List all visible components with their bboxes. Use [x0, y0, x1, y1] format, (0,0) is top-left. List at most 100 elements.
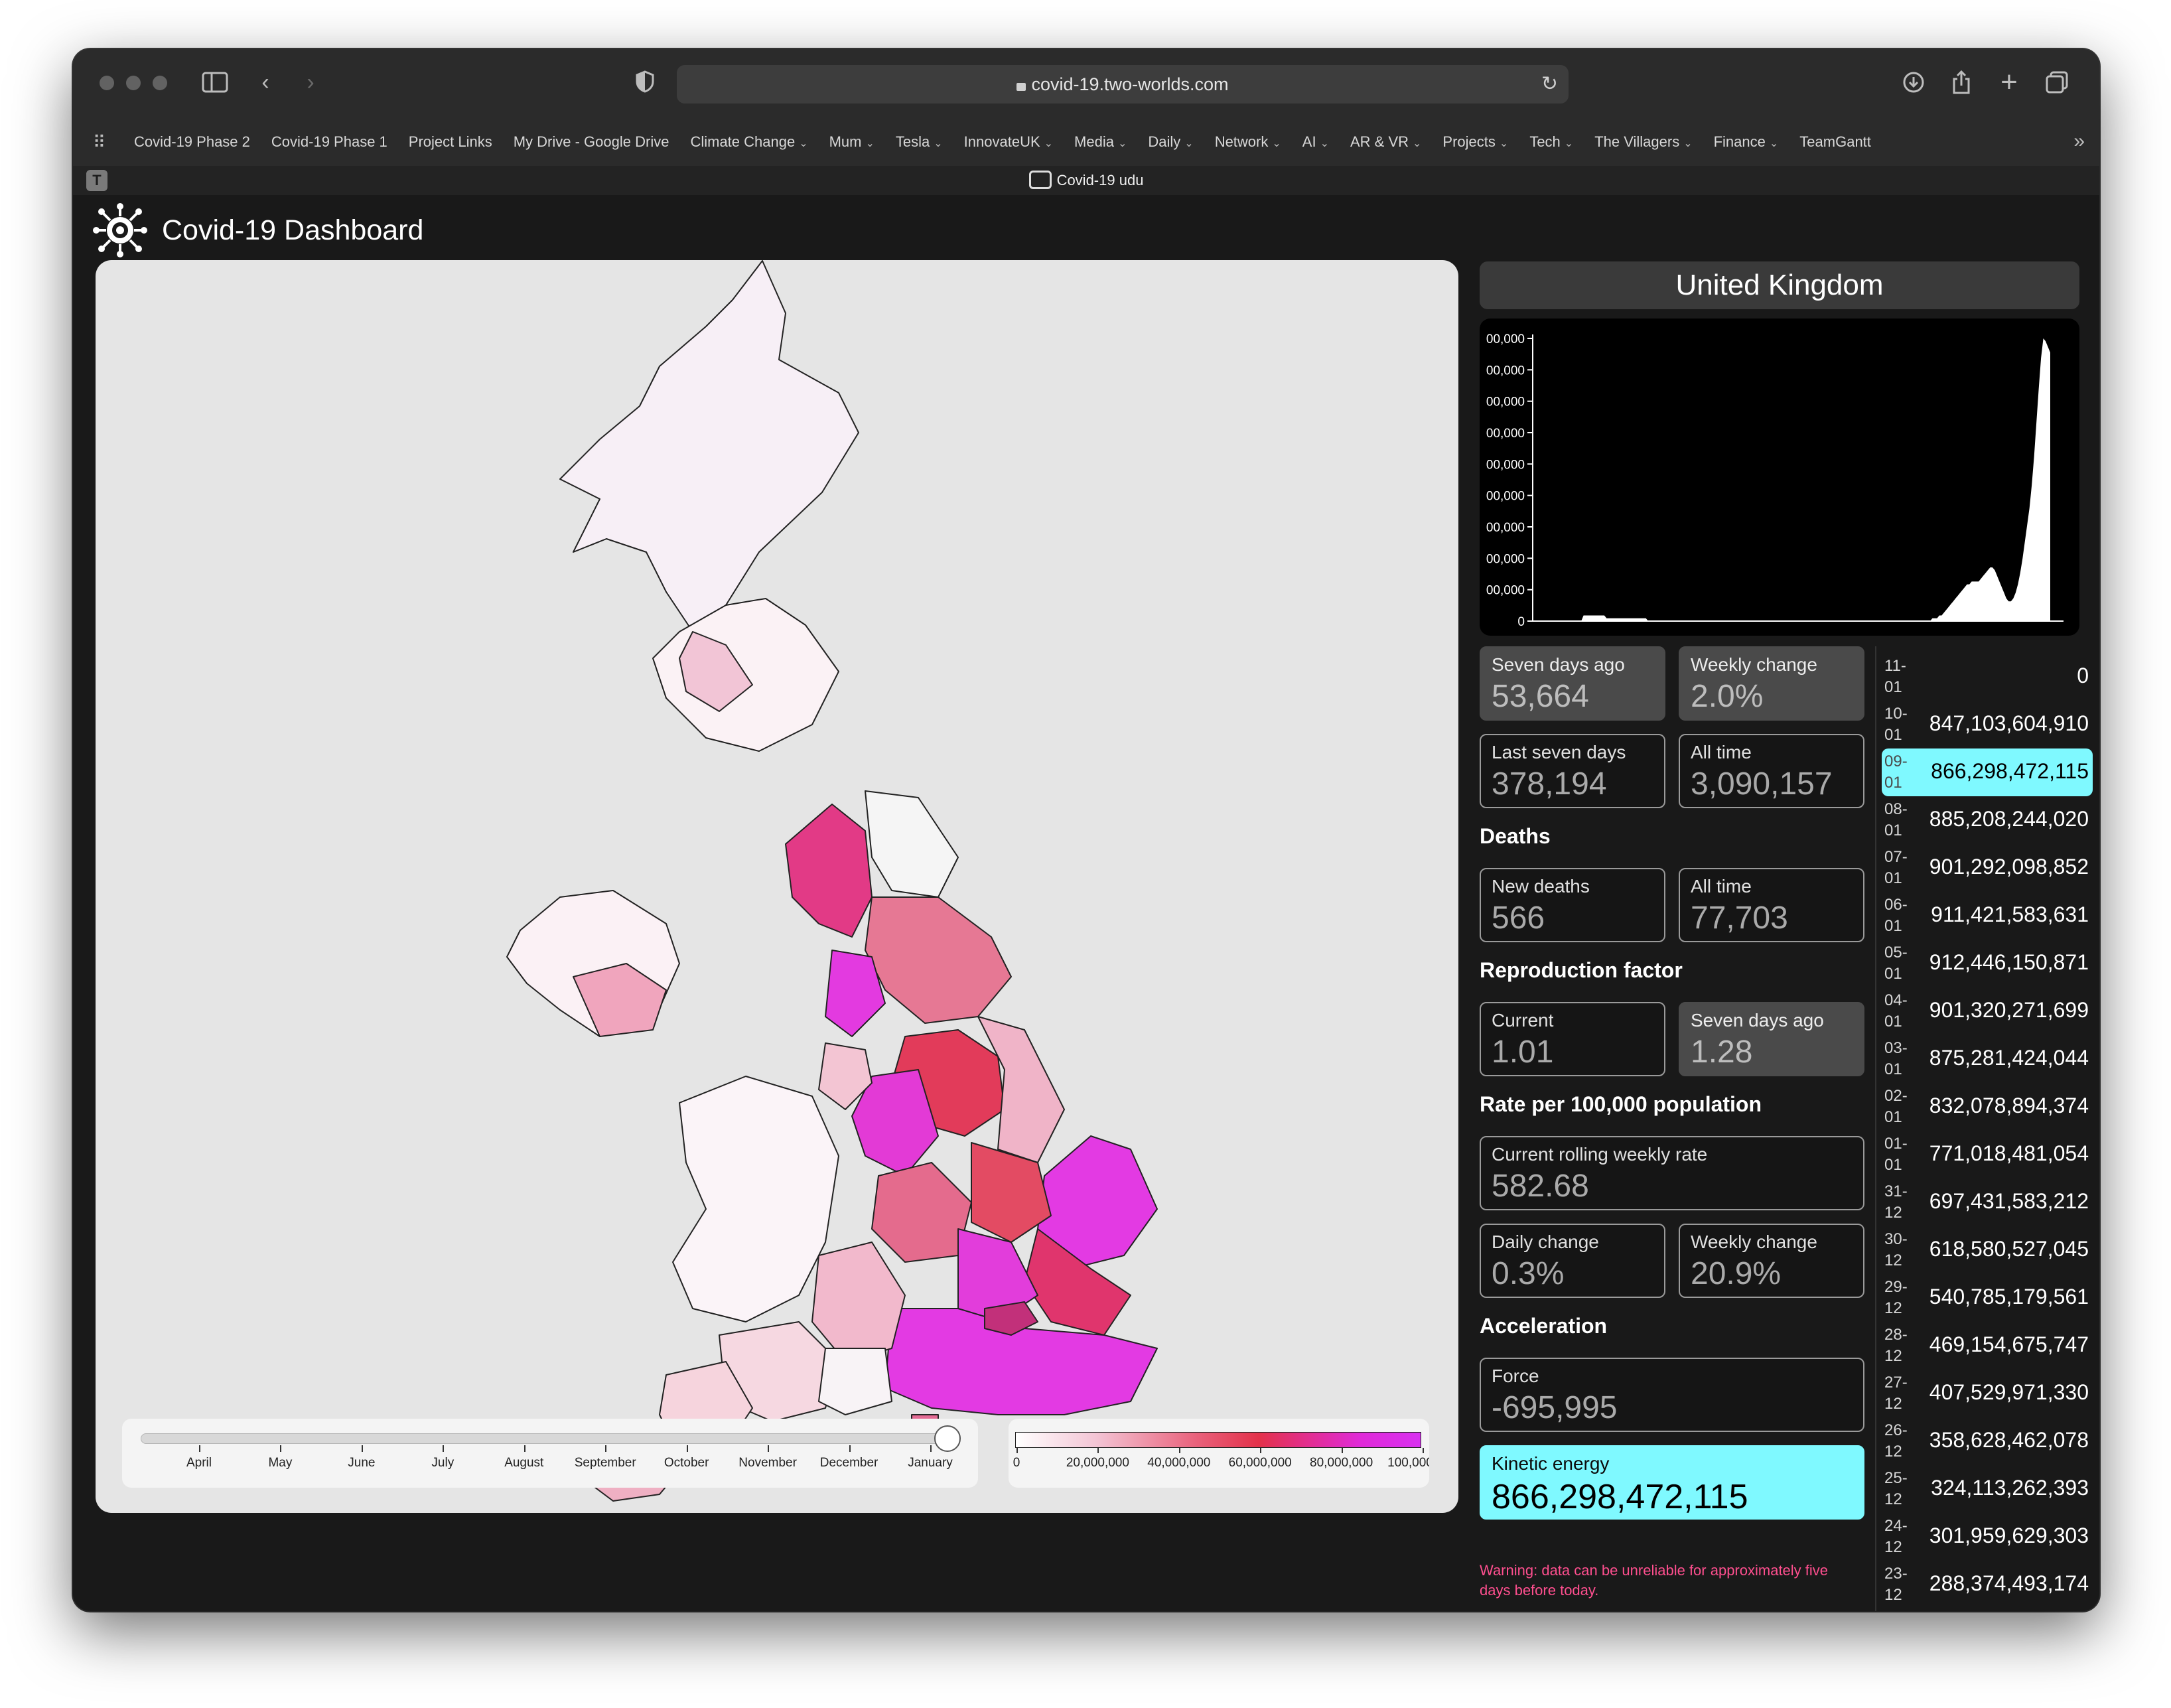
bookmark-item[interactable]: Project Links [409, 133, 492, 151]
kinetic-list-row[interactable]: 23- 12 288,374,493,174 [1882, 1561, 2093, 1608]
kinetic-list-row[interactable]: 02- 01 832,078,894,374 [1882, 1083, 2093, 1131]
new-deaths-card: New deaths 566 [1480, 868, 1665, 942]
cloud-favicon-icon [1028, 171, 1052, 190]
bookmark-item[interactable]: Finance ⌄ [1714, 133, 1779, 151]
kinetic-list-date: 03- 01 [1884, 1038, 1911, 1080]
bookmark-item[interactable]: Tech ⌄ [1529, 133, 1573, 151]
apps-grid-icon[interactable]: ⠿ [93, 133, 111, 151]
kinetic-list-day: 27- [1884, 1374, 1908, 1391]
bookmark-item[interactable]: Mum ⌄ [829, 133, 875, 151]
chevron-down-icon: ⌄ [1272, 138, 1281, 149]
kinetic-list-row[interactable]: 06- 01 911,421,583,631 [1882, 892, 2093, 940]
kinetic-list-day: 06- [1884, 896, 1908, 914]
kinetic-list-row[interactable]: 24- 12 301,959,629,303 [1882, 1513, 2093, 1561]
rate-weekly-change-card: Weekly change 20.9% [1679, 1224, 1864, 1298]
region-oxford [871, 1162, 972, 1263]
kinetic-list-day: 10- [1884, 705, 1908, 723]
kinetic-list-row[interactable]: 11- 01 0 [1882, 653, 2093, 701]
bookmark-item[interactable]: Network ⌄ [1215, 133, 1281, 151]
cases-weekly-change-label: Weekly change [1691, 654, 1817, 675]
kinetic-list-row[interactable]: 09- 01 866,298,472,115 [1882, 748, 2093, 796]
uk-region-map[interactable] [96, 260, 1458, 1513]
kinetic-list-month: 12 [1884, 1538, 1902, 1556]
bookmark-item[interactable]: Climate Change ⌄ [690, 133, 807, 151]
kinetic-list-day: 11- [1884, 657, 1906, 675]
kinetic-list-value: 540,785,179,561 [1929, 1285, 2089, 1309]
kinetic-list-date: 31- 12 [1884, 1181, 1911, 1224]
kinetic-list-date: 08- 01 [1884, 799, 1911, 841]
kinetic-list-value: 901,292,098,852 [1929, 855, 2089, 879]
bookmark-item[interactable]: My Drive - Google Drive [514, 133, 669, 151]
legend-tick [1016, 1448, 1018, 1453]
bookmark-item[interactable]: AI ⌄ [1302, 133, 1329, 151]
close-window-button[interactable] [100, 76, 114, 90]
tab-overview-icon[interactable] [2038, 64, 2075, 101]
kinetic-list-value: 832,078,894,374 [1929, 1094, 2089, 1117]
kinetic-list-value: 866,298,472,115 [1931, 759, 2089, 783]
privacy-shield-icon[interactable] [626, 64, 664, 101]
forward-icon[interactable]: › [292, 64, 329, 101]
deaths-heading: Deaths [1480, 824, 1551, 848]
timeline-tick [686, 1445, 688, 1452]
zoom-window-button[interactable] [153, 76, 167, 90]
bookmark-label: Climate Change [690, 133, 796, 150]
kinetic-list-row[interactable]: 03- 01 875,281,424,044 [1882, 1035, 2093, 1083]
kinetic-list-row[interactable]: 26- 12 358,628,462,078 [1882, 1417, 2093, 1465]
kinetic-energy-label: Kinetic energy [1492, 1453, 1610, 1474]
share-icon[interactable] [1943, 64, 1980, 101]
kinetic-list-row[interactable]: 25- 12 324,113,262,393 [1882, 1465, 2093, 1513]
bookmark-item[interactable]: TeamGantt [1799, 133, 1871, 151]
cases-weekly-change-value: 2.0% [1691, 679, 1764, 714]
new-tab-icon[interactable]: + [1991, 64, 2028, 101]
reload-icon[interactable]: ↻ [1541, 65, 1558, 104]
bookmark-label: Mum [829, 133, 862, 150]
more-bookmarks-icon[interactable]: » [2073, 130, 2085, 153]
back-icon[interactable]: ‹ [247, 64, 284, 101]
kinetic-list-row[interactable]: 04- 01 901,320,271,699 [1882, 987, 2093, 1035]
kinetic-list-row[interactable]: 10- 01 847,103,604,910 [1882, 701, 2093, 748]
bookmark-item[interactable]: Daily ⌄ [1148, 133, 1193, 151]
kinetic-list-row[interactable]: 28- 12 469,154,675,747 [1882, 1322, 2093, 1370]
kinetic-list-row[interactable]: 01- 01 771,018,481,054 [1882, 1131, 2093, 1178]
kinetic-list-row[interactable]: 05- 01 912,446,150,871 [1882, 940, 2093, 987]
bookmark-label: Network [1214, 133, 1269, 150]
tab-bar: T Covid-19 udu [73, 166, 2099, 195]
bookmark-label: Tesla [895, 133, 930, 150]
bookmark-item[interactable]: The Villagers ⌄ [1594, 133, 1692, 151]
kinetic-list-date: 28- 12 [1884, 1324, 1911, 1367]
bookmark-item[interactable]: Projects ⌄ [1442, 133, 1508, 151]
bookmark-item[interactable]: Media ⌄ [1074, 133, 1127, 151]
bookmark-item[interactable]: InnovateUK ⌄ [964, 133, 1053, 151]
bookmark-label: AR & VR [1350, 133, 1409, 150]
sidebar-toggle-icon[interactable] [196, 64, 234, 101]
rolling-rate-card: Current rolling weekly rate 582.68 [1480, 1136, 1864, 1210]
timeline-handle[interactable] [934, 1425, 961, 1452]
deaths-all-time-label: All time [1691, 876, 1752, 896]
bookmark-item[interactable]: AR & VR ⌄ [1350, 133, 1421, 151]
rolling-rate-label: Current rolling weekly rate [1492, 1144, 1708, 1165]
kinetic-list-row[interactable]: 27- 12 407,529,971,330 [1882, 1370, 2093, 1417]
downloads-icon[interactable] [1895, 64, 1932, 101]
kinetic-list-row[interactable]: 31- 12 697,431,583,212 [1882, 1178, 2093, 1226]
kinetic-list-row[interactable]: 29- 12 540,785,179,561 [1882, 1274, 2093, 1322]
kinetic-list-row[interactable]: 07- 01 901,292,098,852 [1882, 844, 2093, 892]
kinetic-list-month: 01 [1884, 821, 1902, 839]
kinetic-list-row[interactable]: 08- 01 885,208,244,020 [1882, 796, 2093, 844]
active-tab[interactable]: Covid-19 udu [73, 166, 2099, 195]
cases-seven-days-ago-value: 53,664 [1492, 679, 1589, 714]
kinetic-list-day: 03- [1884, 1039, 1908, 1057]
kinetic-list-row[interactable]: 30- 12 618,580,527,045 [1882, 1226, 2093, 1274]
bookmark-item[interactable]: Tesla ⌄ [896, 133, 943, 151]
region-scotland [559, 260, 859, 632]
bookmark-label: InnovateUK [963, 133, 1040, 150]
cases-all-time-label: All time [1691, 742, 1752, 762]
bookmark-item[interactable]: Covid-19 Phase 1 [271, 133, 387, 151]
timeline-track[interactable] [141, 1433, 945, 1444]
bookmark-item[interactable]: Covid-19 Phase 2 [134, 133, 250, 151]
kinetic-list-value: 0 [2077, 664, 2089, 687]
timeline-month-label: November [738, 1456, 797, 1470]
address-bar[interactable]: covid-19.two-worlds.com ↻ [677, 65, 1569, 104]
kinetic-list-value: 618,580,527,045 [1929, 1237, 2089, 1261]
legend-tick [1341, 1448, 1343, 1453]
minimize-window-button[interactable] [126, 76, 141, 90]
